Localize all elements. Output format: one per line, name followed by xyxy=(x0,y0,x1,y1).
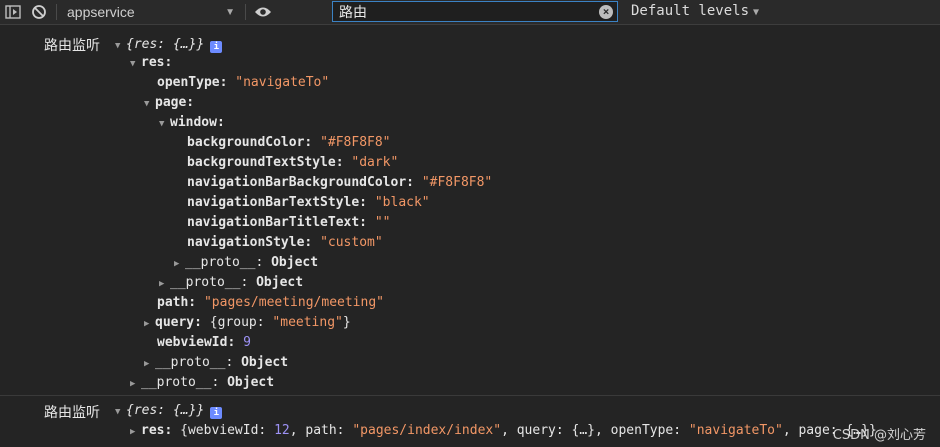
property-value: Object xyxy=(256,275,304,290)
property-key: navigationStyle: xyxy=(187,235,313,250)
property-value: , path: xyxy=(289,423,353,438)
property-key: path: xyxy=(157,295,197,310)
property-value: {group: xyxy=(209,315,273,330)
sidebar-toggle-button[interactable] xyxy=(0,1,26,23)
chevron-down-icon: ▼ xyxy=(753,7,760,18)
property-value: Object xyxy=(227,375,275,390)
property-value: "black" xyxy=(374,195,430,210)
property-key: navigationBarBackgroundColor: xyxy=(187,175,414,190)
collapsed-triangle-icon: ▶ xyxy=(144,359,150,369)
tree-property: webviewId: 9 xyxy=(157,333,251,353)
property-value: "custom" xyxy=(320,235,383,250)
property-value: "#F8F8F8" xyxy=(421,175,493,190)
tree-node-res[interactable]: ▼ res: xyxy=(130,53,172,73)
property-value: "navigateTo" xyxy=(688,423,783,438)
tree-property: navigationBarTextStyle: "black" xyxy=(187,193,430,213)
console-message: 路由监听 ▼ {res: {…}} i ▶ res: {webviewId: 12, … xyxy=(0,396,940,447)
expanded-triangle-icon: ▼ xyxy=(144,99,150,109)
tree-node-proto[interactable]: ▶ __proto__: Object xyxy=(174,253,318,273)
property-key: __proto__: xyxy=(170,275,249,290)
console-message: 路由监听 ▼ {res: {…}} i ▼ res: openType: "navig… xyxy=(0,25,940,396)
collapsed-triangle-icon: ▶ xyxy=(130,379,136,389)
expanded-triangle-icon: ▼ xyxy=(115,41,121,51)
property-key: webviewId: xyxy=(157,335,236,350)
tree-property: backgroundTextStyle: "dark" xyxy=(187,153,398,173)
property-key: res: xyxy=(141,55,173,70)
tree-node-window[interactable]: ▼ window: xyxy=(159,113,225,133)
tree-property: navigationStyle: "custom" xyxy=(187,233,383,253)
watermark-text: CSDN @刘心芳 xyxy=(832,428,926,443)
collapsed-triangle-icon: ▶ xyxy=(159,279,165,289)
property-value: "" xyxy=(374,215,391,230)
block-icon xyxy=(32,5,46,19)
object-summary[interactable]: ▼ {res: {…}} i xyxy=(115,35,223,55)
property-key: openType: xyxy=(157,75,228,90)
property-key: __proto__: xyxy=(141,375,220,390)
property-value: "navigateTo" xyxy=(235,75,330,90)
toolbar-divider xyxy=(245,4,246,20)
filter-input[interactable]: 路由 × xyxy=(332,1,618,22)
filter-input-value: 路由 xyxy=(339,4,367,21)
expanded-triangle-icon: ▼ xyxy=(115,407,121,417)
property-value: 9 xyxy=(243,335,251,350)
property-key: __proto__: xyxy=(185,255,264,270)
tree-node-proto[interactable]: ▶ __proto__: Object xyxy=(144,353,288,373)
toolbar-divider xyxy=(56,4,57,20)
collapsed-triangle-icon: ▶ xyxy=(130,427,136,437)
tree-property: navigationBarBackgroundColor: "#F8F8F8" xyxy=(187,173,492,193)
live-expression-button[interactable] xyxy=(250,1,276,23)
tree-node-page[interactable]: ▼ page: xyxy=(144,93,194,113)
tree-node-proto[interactable]: ▶ __proto__: Object xyxy=(159,273,303,293)
context-select[interactable]: appservice ▼ xyxy=(61,4,241,20)
clear-filter-icon[interactable]: × xyxy=(599,5,613,19)
property-key: navigationBarTitleText: xyxy=(187,215,368,230)
object-preview: {res: {…}} xyxy=(126,37,205,52)
log-prefix: 路由监听 xyxy=(44,38,100,54)
sidebar-icon xyxy=(5,5,21,19)
tree-node-res[interactable]: ▶ res: {webviewId: 12, path: "pages/index… xyxy=(130,421,877,441)
tree-node-proto[interactable]: ▶ __proto__: Object xyxy=(130,373,274,393)
tree-property: navigationBarTitleText: "" xyxy=(187,213,391,233)
expanded-triangle-icon: ▼ xyxy=(159,119,165,129)
tree-property: openType: "navigateTo" xyxy=(157,73,329,93)
clear-console-button[interactable] xyxy=(26,1,52,23)
property-value: Object xyxy=(271,255,319,270)
tree-property: path: "pages/meeting/meeting" xyxy=(157,293,384,313)
info-icon[interactable]: i xyxy=(210,41,223,53)
property-value: "pages/index/index" xyxy=(352,423,502,438)
object-summary[interactable]: ▼ {res: {…}} i xyxy=(115,401,223,421)
property-key: window: xyxy=(170,115,225,130)
collapsed-triangle-icon: ▶ xyxy=(174,259,180,269)
property-key: navigationBarTextStyle: xyxy=(187,195,368,210)
log-levels-label: Default levels xyxy=(631,3,750,19)
log-levels-dropdown[interactable]: Default levels ▼ xyxy=(631,3,759,19)
property-value: "#F8F8F8" xyxy=(320,135,391,150)
property-value: Object xyxy=(241,355,289,370)
object-preview: {res: {…}} xyxy=(126,403,205,418)
property-value: "meeting" xyxy=(272,315,343,330)
property-value: } xyxy=(342,315,351,330)
expanded-triangle-icon: ▼ xyxy=(130,59,136,69)
property-value: 12 xyxy=(274,423,290,438)
eye-icon xyxy=(255,7,271,17)
tree-property: backgroundColor: "#F8F8F8" xyxy=(187,133,391,153)
property-key: __proto__: xyxy=(155,355,234,370)
tree-node-query[interactable]: ▶ query: {group: "meeting"} xyxy=(144,313,351,333)
property-key: page: xyxy=(155,95,195,110)
property-key: backgroundColor: xyxy=(187,135,313,150)
info-icon[interactable]: i xyxy=(210,407,223,419)
context-select-label: appservice xyxy=(67,4,135,20)
collapsed-triangle-icon: ▶ xyxy=(144,319,150,329)
property-value: {webviewId: xyxy=(180,423,275,438)
property-value: , query: {…}, openType: xyxy=(501,423,689,438)
property-key: res: xyxy=(141,423,173,438)
property-key: query: xyxy=(155,315,202,330)
chevron-down-icon: ▼ xyxy=(225,6,235,18)
property-value: "dark" xyxy=(351,155,399,170)
property-value: "pages/meeting/meeting" xyxy=(203,295,384,310)
log-prefix: 路由监听 xyxy=(44,405,100,421)
property-key: backgroundTextStyle: xyxy=(187,155,344,170)
